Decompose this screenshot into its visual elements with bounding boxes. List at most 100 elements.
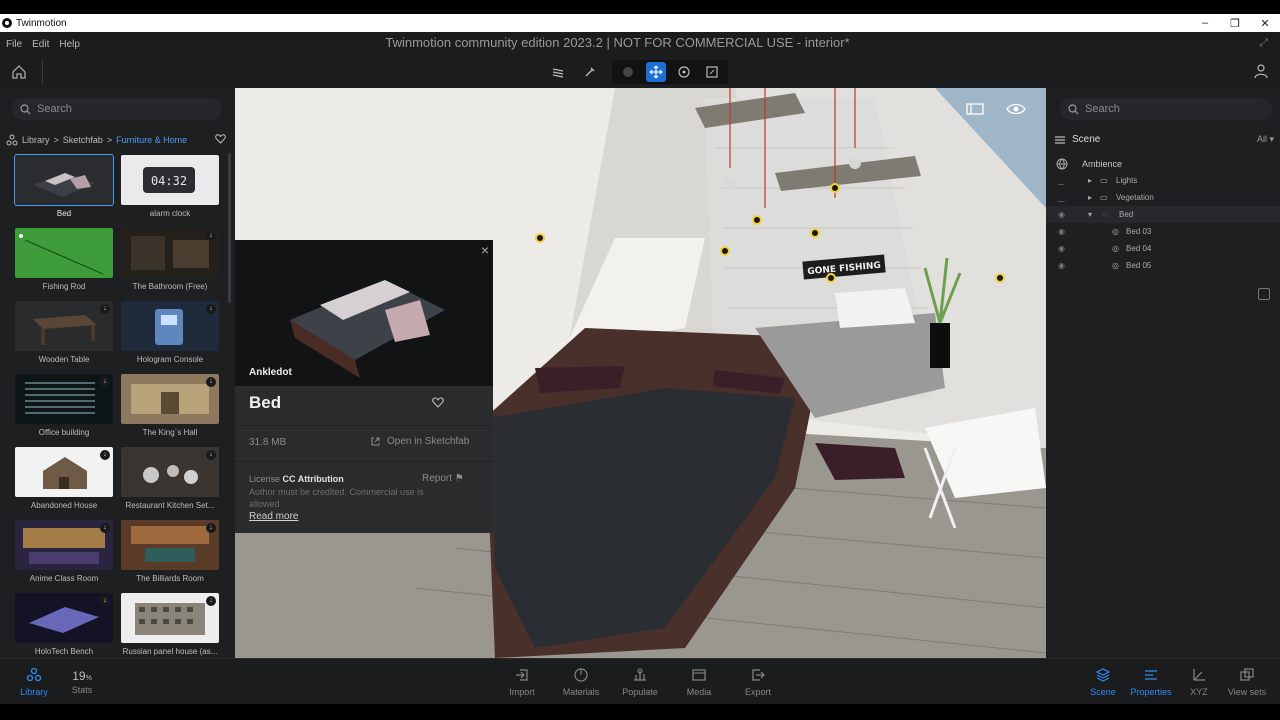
- asset-tile-holotech-bench[interactable]: ↓ HoloTech Bench: [15, 593, 113, 656]
- tree-item-ambience[interactable]: Ambience: [1056, 155, 1276, 172]
- layers-icon[interactable]: [548, 62, 568, 82]
- visibility-eye-icon[interactable]: ◉: [1058, 244, 1068, 253]
- asset-thumbnail: ↓: [15, 447, 113, 497]
- visibility-eye-icon[interactable]: ◉: [1058, 261, 1068, 270]
- download-icon[interactable]: ↓: [100, 304, 110, 314]
- tab-populate[interactable]: Populate: [610, 667, 670, 697]
- popup-close-button[interactable]: ×: [481, 242, 489, 258]
- scale-icon[interactable]: [702, 62, 722, 82]
- tree-item-bed-03[interactable]: ◉ ◎ Bed 03: [1046, 223, 1266, 240]
- flag-icon: ⚑: [454, 473, 464, 484]
- asset-title: Bed: [249, 393, 282, 412]
- tab-view-sets[interactable]: View sets: [1217, 667, 1277, 697]
- close-window-button[interactable]: ✕: [1250, 17, 1280, 30]
- tree-item-lights[interactable]: ‿ ▸ ▭ Lights: [1046, 172, 1266, 189]
- asset-author: Ankledot: [249, 367, 292, 378]
- asset-preview-image: × Ankledot: [235, 240, 493, 386]
- download-icon[interactable]: ↓: [100, 596, 110, 606]
- asset-thumbnail: ↓: [121, 228, 219, 278]
- breadcrumb-separator: >: [106, 135, 113, 145]
- download-icon[interactable]: ↓: [206, 377, 216, 387]
- document-title: Twinmotion community edition 2023.2 | NO…: [385, 35, 850, 50]
- asset-tile-billiards-room[interactable]: ↓ The Billiards Room: [121, 520, 219, 583]
- favorite-heart-icon[interactable]: [432, 397, 444, 411]
- open-in-sketchfab-link[interactable]: Open in Sketchfab: [370, 436, 469, 447]
- home-icon[interactable]: [10, 63, 28, 81]
- asset-thumbnail: ↓: [15, 374, 113, 424]
- object-icon: ◎: [1112, 244, 1119, 253]
- tree-item-bed-04[interactable]: ◉ ◎ Bed 04: [1046, 240, 1266, 257]
- scene-search[interactable]: [1060, 98, 1272, 120]
- visibility-eye-icon[interactable]: ◉: [1058, 227, 1068, 236]
- scene-search-input[interactable]: [1085, 103, 1245, 115]
- app-menubar: File Edit Help Twinmotion community edit…: [0, 32, 1280, 56]
- visibility-toggle-icon[interactable]: ‿: [1058, 176, 1068, 185]
- minimize-button[interactable]: –: [1190, 17, 1220, 30]
- asset-tile-anime-classroom[interactable]: ↓ Anime Class Room: [15, 520, 113, 583]
- asset-tile-wooden-table[interactable]: ↓ Wooden Table: [15, 301, 113, 364]
- divider: [235, 461, 493, 462]
- tab-media[interactable]: Media: [669, 667, 729, 697]
- library-scrollbar[interactable]: [228, 153, 231, 303]
- download-icon[interactable]: ↓: [206, 596, 216, 606]
- fullscreen-icon[interactable]: ⤢: [1259, 37, 1268, 50]
- visibility-eye-icon[interactable]: [1006, 102, 1026, 116]
- download-icon[interactable]: ↓: [100, 377, 110, 387]
- visibility-toggle-icon[interactable]: ‿: [1058, 193, 1068, 202]
- move-icon[interactable]: [646, 62, 666, 82]
- asset-thumbnail: ↓: [121, 447, 219, 497]
- tree-item-vegetation[interactable]: ‿ ▸ ▭ Vegetation: [1046, 189, 1266, 206]
- asset-tile-kings-hall[interactable]: ↓ The King`s Hall: [121, 374, 219, 437]
- favorite-heart-icon[interactable]: [215, 134, 226, 146]
- visibility-eye-icon[interactable]: ◉: [1058, 210, 1068, 219]
- tab-import[interactable]: Import: [492, 667, 552, 697]
- eyedropper-icon[interactable]: [580, 62, 600, 82]
- download-icon[interactable]: ↓: [206, 231, 216, 241]
- asset-tile-alarm-clock[interactable]: 04:32 alarm clock: [121, 155, 219, 218]
- select-icon[interactable]: [618, 62, 638, 82]
- library-panel: Library > Sketchfab > Furniture & Home B…: [0, 88, 235, 658]
- asset-tile-hologram-console[interactable]: ↓ Hologram Console: [121, 301, 219, 364]
- read-more-link[interactable]: Read more: [249, 511, 298, 522]
- breadcrumb-library[interactable]: Library: [22, 135, 50, 145]
- report-button[interactable]: Report ⚑: [422, 473, 464, 484]
- download-icon[interactable]: ↓: [100, 450, 110, 460]
- scene-layers-icon: [1095, 668, 1111, 682]
- user-icon[interactable]: [1252, 62, 1270, 80]
- tree-item-bed-group[interactable]: ◉ ▾ ◌ Bed: [1046, 206, 1280, 223]
- breadcrumb-sketchfab[interactable]: Sketchfab: [63, 135, 103, 145]
- license-value: CC Attribution: [282, 474, 344, 484]
- asset-tile-bathroom[interactable]: ↓ The Bathroom (Free): [121, 228, 219, 291]
- divider: [235, 425, 493, 426]
- rotate-icon[interactable]: [674, 62, 694, 82]
- xyz-axes-icon: [1193, 669, 1205, 681]
- asset-label: Office building: [38, 428, 90, 437]
- asset-thumbnail: ↓: [121, 593, 219, 643]
- hamburger-icon[interactable]: [1054, 135, 1066, 145]
- panel-split-icon[interactable]: [1258, 288, 1270, 300]
- media-icon: [692, 669, 706, 681]
- library-search[interactable]: [12, 98, 222, 120]
- asset-tile-bed[interactable]: Bed: [14, 154, 114, 218]
- library-search-input[interactable]: [37, 103, 197, 115]
- download-icon[interactable]: ↓: [206, 304, 216, 314]
- download-icon[interactable]: ↓: [100, 523, 110, 533]
- tab-materials[interactable]: Materials: [551, 667, 611, 697]
- viewport-layout-icon[interactable]: [966, 102, 984, 116]
- download-icon[interactable]: ↓: [206, 523, 216, 533]
- scene-filter-dropdown[interactable]: All ▾: [1257, 134, 1274, 145]
- asset-tile-russian-panel-house[interactable]: ↓ Russian panel house (as...: [121, 593, 219, 656]
- tree-item-bed-05[interactable]: ◉ ◎ Bed 05: [1046, 257, 1266, 274]
- group-icon: ◌: [1102, 210, 1107, 219]
- asset-tile-abandoned-house[interactable]: ↓ Abandoned House: [15, 447, 113, 510]
- maximize-button[interactable]: ❐: [1220, 17, 1250, 30]
- breadcrumb-current[interactable]: Furniture & Home: [116, 135, 187, 145]
- asset-label: Restaurant Kitchen Set...: [125, 501, 215, 510]
- download-icon[interactable]: ↓: [206, 450, 216, 460]
- asset-tile-restaurant-kitchen[interactable]: ↓ Restaurant Kitchen Set...: [121, 447, 219, 510]
- tab-stats[interactable]: 19% Stats: [52, 669, 112, 695]
- asset-tile-fishing-rod[interactable]: Fishing Rod: [15, 228, 113, 291]
- asset-label: Russian panel house (as...: [122, 647, 218, 656]
- asset-tile-office-building[interactable]: ↓ Office building: [15, 374, 113, 437]
- tab-export[interactable]: Export: [728, 667, 788, 697]
